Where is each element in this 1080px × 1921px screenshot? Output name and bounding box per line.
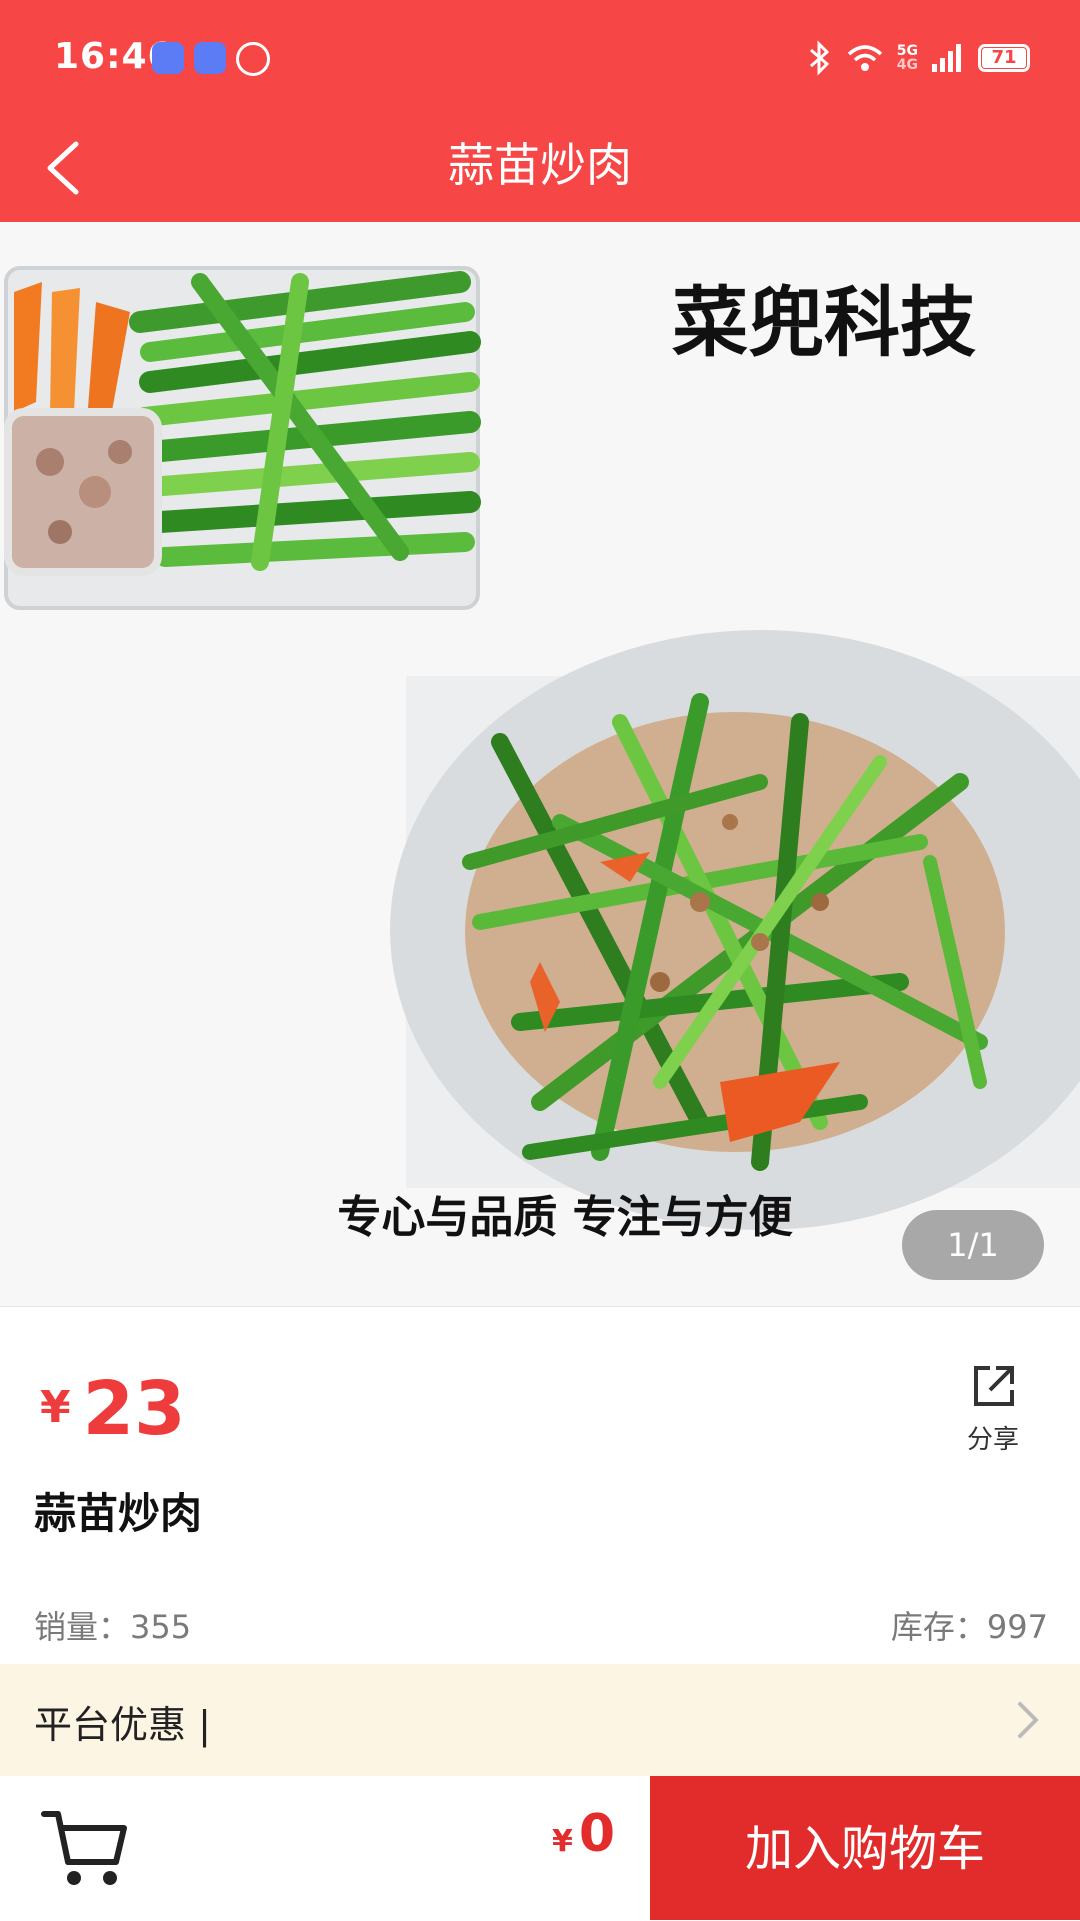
app-notification-icon [152, 42, 184, 74]
carousel-pager: 1/1 [902, 1210, 1044, 1280]
slogan-text: 专心与品质 专注与方便 [337, 1192, 793, 1243]
product-image: 菜兜科技 专心与品质 专注与方便 [0, 222, 1080, 1306]
bluetooth-icon [809, 40, 829, 76]
share-label: 分享 [966, 1425, 1019, 1455]
sales-count: 销量：355 [34, 1608, 192, 1646]
product-name: 蒜苗炒肉 [34, 1489, 203, 1538]
network-type: 5G 4G [896, 43, 918, 73]
nav-bar: 蒜苗炒肉 [0, 120, 1080, 222]
wifi-icon [847, 45, 882, 71]
share-button[interactable]: 分享 [948, 1362, 1038, 1456]
status-bar: 16:46 5G 4G 71 [0, 0, 1080, 120]
price-currency: ¥ [40, 1382, 71, 1433]
stock-count: 库存：997 [890, 1608, 1048, 1646]
status-indicators: 5G 4G 71 [807, 38, 1030, 78]
product-price: ¥23 [40, 1366, 186, 1452]
signal-icon [932, 44, 961, 72]
price-value: 23 [82, 1366, 186, 1452]
chevron-right-icon [1018, 1702, 1039, 1738]
promo-label: 平台优惠 | [34, 1703, 211, 1747]
total-currency: ¥ [552, 1824, 573, 1859]
cart-total: ¥0 [552, 1804, 615, 1864]
battery-icon: 71 [978, 44, 1030, 72]
hand-notification-icon [236, 42, 270, 76]
cart-icon[interactable] [38, 1804, 134, 1892]
brand-watermark: 菜兜科技 [672, 278, 976, 367]
total-value: 0 [578, 1804, 616, 1864]
platform-promo-row[interactable]: 平台优惠 | [0, 1664, 1080, 1776]
page-title: 蒜苗炒肉 [448, 138, 632, 192]
product-image-carousel[interactable]: 菜兜科技 专心与品质 专注与方便 1/1 [0, 222, 1080, 1306]
divider [0, 1306, 1080, 1307]
bottom-action-bar: ¥0 加入购物车 [0, 1776, 1080, 1920]
app-notification-icon-2 [194, 42, 226, 74]
share-icon [974, 1366, 1014, 1406]
add-to-cart-button[interactable]: 加入购物车 [650, 1776, 1080, 1920]
battery-level: 71 [982, 48, 1026, 68]
